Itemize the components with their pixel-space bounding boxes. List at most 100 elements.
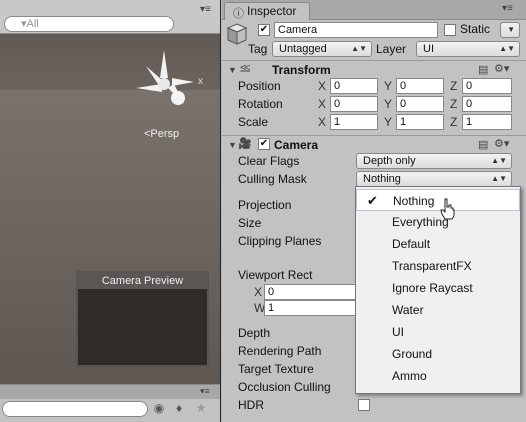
- rotation-x-label[interactable]: X: [318, 97, 326, 111]
- target-texture-label: Target Texture: [238, 362, 314, 376]
- viewport-x-label[interactable]: X: [254, 285, 262, 299]
- camera-component-icon: 🎥: [238, 138, 252, 150]
- camera-header[interactable]: ▼ 🎥 ✔ Camera ▤ ⚙▾: [222, 135, 526, 153]
- rotation-y-field[interactable]: 0: [396, 96, 444, 112]
- gizmo-x-cone: [172, 78, 194, 86]
- scale-x-label[interactable]: X: [318, 115, 326, 129]
- position-y-label[interactable]: Y: [384, 79, 392, 93]
- camera-preview-image: [82, 293, 203, 361]
- tab-inspector[interactable]: ⓘ Inspector: [224, 2, 310, 20]
- project-panel: ▾≡ ◉ ♦ ★: [0, 384, 220, 422]
- transform-icon: ⪣: [240, 62, 251, 74]
- menu-item-default[interactable]: Default: [356, 233, 520, 255]
- culling-mask-value: Nothing: [363, 173, 401, 185]
- help-book-icon[interactable]: ▤: [478, 63, 488, 76]
- panel-menu-icon[interactable]: ▾≡: [200, 4, 211, 15]
- scene-search-input[interactable]: ▾All: [4, 16, 174, 32]
- object-name-field[interactable]: Camera: [274, 22, 438, 38]
- clipping-planes-label: Clipping Planes: [238, 234, 322, 248]
- layer-dropdown[interactable]: UI ▲▼: [416, 41, 520, 57]
- static-dropdown[interactable]: ▼: [500, 22, 520, 38]
- gizmo-center: [158, 78, 170, 90]
- gizmo-neg-x-cone: [136, 84, 162, 92]
- gameobject-cube-icon: [226, 23, 248, 45]
- tag-value: Untagged: [279, 43, 327, 55]
- tag-dropdown[interactable]: Untagged ▲▼: [272, 41, 372, 57]
- favorite-star-icon[interactable]: ★: [192, 401, 210, 417]
- camera-preview: Camera Preview: [76, 271, 209, 367]
- menu-item-label: Water: [392, 303, 424, 317]
- position-label: Position: [238, 79, 281, 93]
- gear-icon[interactable]: ⚙▾: [494, 62, 509, 75]
- scene-toolbar: ⚲ ▾All ▾≡: [0, 0, 220, 34]
- filter-label-icon[interactable]: ♦: [170, 401, 188, 417]
- panel-menu-icon[interactable]: ▾≡: [502, 3, 513, 14]
- culling-mask-menu: ✔ Nothing Everything Default Transparent…: [355, 186, 521, 394]
- perspective-label[interactable]: <Persp: [144, 128, 179, 140]
- position-x-label[interactable]: X: [318, 79, 326, 93]
- rotation-y-label[interactable]: Y: [384, 97, 392, 111]
- panel-menu-icon[interactable]: ▾≡: [200, 386, 210, 397]
- scale-y-label[interactable]: Y: [384, 115, 392, 129]
- menu-item-water[interactable]: Water: [356, 299, 520, 321]
- gizmo-y-cone: [160, 50, 168, 78]
- gizmo-axis-label: x: [198, 76, 203, 87]
- menu-item-transparentfx[interactable]: TransparentFX: [356, 255, 520, 277]
- rotation-z-label[interactable]: Z: [450, 97, 457, 111]
- camera-preview-title: Camera Preview: [78, 273, 207, 289]
- hdr-checkbox[interactable]: [358, 399, 370, 411]
- collapse-triangle-icon[interactable]: ▼: [228, 65, 237, 75]
- menu-item-label: TransparentFX: [392, 259, 472, 273]
- clear-flags-dropdown[interactable]: Depth only ▲▼: [356, 153, 512, 169]
- projection-label: Projection: [238, 198, 292, 212]
- rotation-z-field[interactable]: 0: [462, 96, 512, 112]
- collapse-triangle-icon[interactable]: ▼: [228, 140, 237, 150]
- active-checkbox[interactable]: ✔: [258, 24, 270, 36]
- clear-flags-label: Clear Flags: [238, 154, 300, 168]
- filter-type-icon[interactable]: ◉: [150, 401, 168, 417]
- position-x-field[interactable]: 0: [330, 78, 378, 94]
- position-z-label[interactable]: Z: [450, 79, 457, 93]
- check-icon: ✔: [367, 193, 378, 208]
- menu-item-nothing[interactable]: ✔ Nothing: [356, 189, 520, 211]
- position-y-field[interactable]: 0: [396, 78, 444, 94]
- scale-label: Scale: [238, 115, 269, 129]
- position-z-field[interactable]: 0: [462, 78, 512, 94]
- viewport-w-field[interactable]: 1: [264, 300, 356, 316]
- menu-item-label: Nothing: [393, 194, 435, 208]
- tag-label: Tag: [248, 42, 268, 56]
- scene-orientation-gizmo[interactable]: x: [132, 48, 212, 128]
- scale-y-field[interactable]: 1: [396, 114, 444, 130]
- occlusion-culling-label: Occlusion Culling: [238, 380, 331, 394]
- menu-item-everything[interactable]: Everything: [356, 211, 520, 233]
- layer-value: UI: [423, 43, 434, 55]
- static-checkbox[interactable]: [444, 24, 456, 36]
- menu-item-label: Ground: [392, 347, 433, 361]
- scale-z-field[interactable]: 1: [462, 114, 512, 130]
- culling-mask-dropdown[interactable]: Nothing ▲▼: [356, 171, 512, 187]
- inspector-tabbar: ⓘ Inspector ▾≡: [222, 0, 526, 20]
- camera-title: Camera: [274, 138, 319, 152]
- size-label: Size: [238, 216, 262, 230]
- clear-flags-value: Depth only: [363, 155, 416, 167]
- scale-z-label[interactable]: Z: [450, 115, 457, 129]
- help-book-icon[interactable]: ▤: [478, 138, 488, 151]
- rotation-label: Rotation: [238, 97, 283, 111]
- menu-item-ignore-raycast[interactable]: Ignore Raycast: [356, 277, 520, 299]
- tab-inspector-label: Inspector: [247, 4, 297, 18]
- layer-label: Layer: [376, 42, 407, 56]
- camera-enabled-checkbox[interactable]: ✔: [258, 138, 270, 150]
- gizmo-neg-y-cone: [171, 91, 185, 105]
- menu-item-label: Ammo: [392, 369, 427, 383]
- gear-icon[interactable]: ⚙▾: [494, 137, 509, 150]
- transform-header[interactable]: ▼ ⪣ Transform ▤ ⚙▾: [222, 60, 526, 78]
- menu-item-ground[interactable]: Ground: [356, 343, 520, 365]
- project-search-input[interactable]: [2, 401, 148, 417]
- scale-x-field[interactable]: 1: [330, 114, 378, 130]
- viewport-x-field[interactable]: 0: [264, 284, 356, 300]
- scene-view[interactable]: ⚲ ▾All ▾≡ x <Persp Camera Preview ▾≡ ◉ ♦…: [0, 0, 221, 422]
- menu-item-ammo[interactable]: Ammo: [356, 365, 520, 387]
- menu-item-ui[interactable]: UI: [356, 321, 520, 343]
- transform-title: Transform: [272, 63, 331, 77]
- rotation-x-field[interactable]: 0: [330, 96, 378, 112]
